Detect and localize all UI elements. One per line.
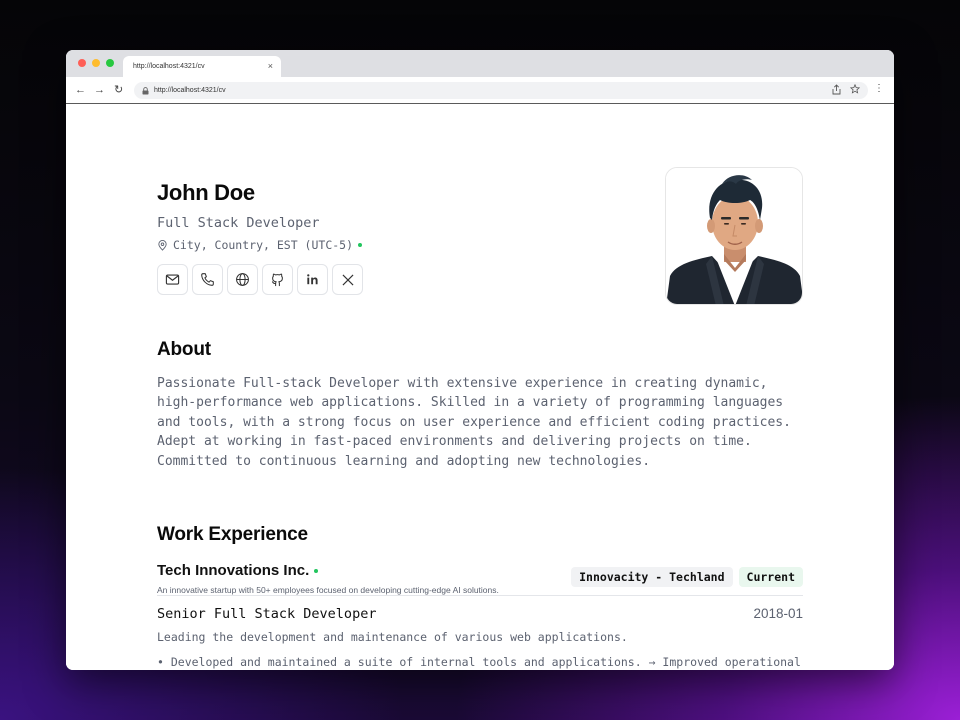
- back-arrow-icon[interactable]: ←: [75, 83, 86, 97]
- availability-dot: [358, 243, 363, 247]
- maximize-window-button[interactable]: [106, 59, 114, 67]
- job-badges: Innovacity - Techland Current: [571, 567, 803, 587]
- github-icon: [271, 273, 283, 287]
- address-text: http://localhost:4321/cv: [154, 87, 226, 94]
- about-heading: About: [157, 339, 211, 360]
- close-window-button[interactable]: [78, 59, 86, 67]
- linkedin-button[interactable]: [297, 264, 328, 295]
- minimize-window-button[interactable]: [92, 59, 100, 67]
- company-name-text: Tech Innovations Inc.: [157, 562, 310, 579]
- email-icon: [165, 274, 180, 285]
- about-text: Passionate Full-stack Developer with ext…: [157, 376, 791, 469]
- browser-window: http://localhost:4321/cv × ← → ↻ http://…: [66, 50, 894, 670]
- job-title: Full Stack Developer: [157, 215, 320, 231]
- tab-title: http://localhost:4321/cv: [133, 63, 205, 70]
- address-actions: [832, 84, 860, 95]
- avatar: [665, 167, 803, 305]
- company-name[interactable]: Tech Innovations Inc.: [157, 562, 319, 579]
- share-icon[interactable]: [832, 84, 841, 95]
- reload-icon[interactable]: ↻: [114, 83, 123, 97]
- address-bar[interactable]: http://localhost:4321/cv: [134, 82, 868, 99]
- map-pin-icon: [158, 239, 167, 251]
- role-date: 2018-01: [753, 606, 803, 621]
- role-bullet: • Developed and maintained a suite of in…: [157, 655, 801, 669]
- website-button[interactable]: [227, 264, 258, 295]
- company-status-dot: [314, 568, 319, 573]
- linkedin-icon: [307, 274, 318, 285]
- location[interactable]: City, Country, EST (UTC-5): [157, 238, 363, 252]
- browser-toolbar: ← → ↻ http://localhost:4321/cv ⋮: [66, 77, 894, 104]
- phone-button[interactable]: [192, 264, 223, 295]
- current-badge: Current: [738, 567, 803, 587]
- github-button[interactable]: [262, 264, 293, 295]
- forward-arrow-icon[interactable]: →: [94, 83, 105, 97]
- work-heading: Work Experience: [157, 524, 308, 545]
- location-text: City, Country, EST (UTC-5): [173, 238, 354, 252]
- x-button[interactable]: [332, 264, 363, 295]
- browser-tab[interactable]: http://localhost:4321/cv ×: [123, 56, 281, 77]
- person-name: John Doe: [157, 180, 255, 205]
- tab-bar: http://localhost:4321/cv ×: [66, 50, 894, 77]
- role-title: Senior Full Stack Developer: [157, 606, 377, 622]
- globe-icon: [236, 273, 249, 286]
- location-badge: Innovacity - Techland: [571, 567, 733, 587]
- social-links: [157, 264, 363, 295]
- browser-menu-icon[interactable]: ⋮: [874, 83, 884, 94]
- cv-page: John Doe Full Stack Developer City, Coun…: [66, 105, 894, 670]
- role-description: Leading the development and maintenance …: [157, 630, 628, 644]
- divider: [157, 595, 803, 596]
- lock-icon: [142, 86, 149, 94]
- window-controls: [78, 59, 114, 67]
- email-button[interactable]: [157, 264, 188, 295]
- x-icon: [342, 274, 353, 285]
- tab-close-icon[interactable]: ×: [268, 61, 273, 71]
- phone-icon: [201, 273, 214, 286]
- bookmark-star-icon[interactable]: [850, 84, 860, 94]
- company-description: An innovative startup with 50+ employees…: [157, 585, 499, 595]
